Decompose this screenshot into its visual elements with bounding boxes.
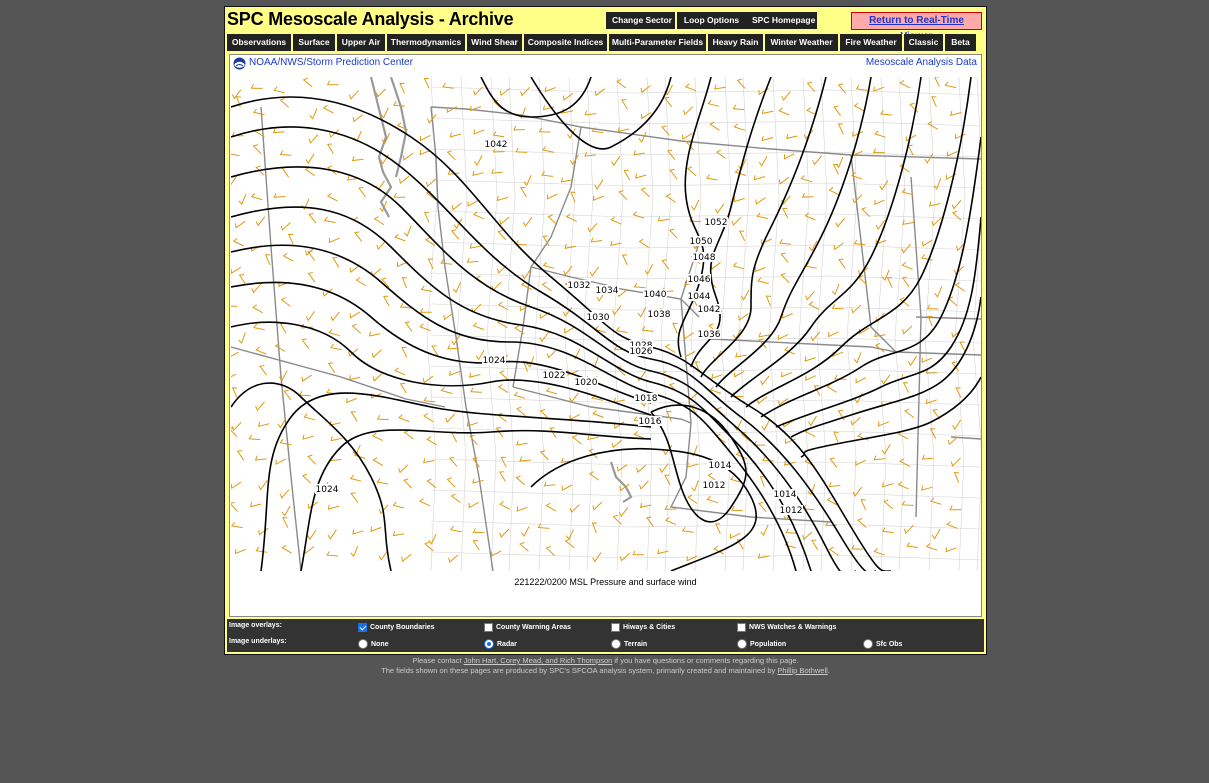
noaa-logo-icon xyxy=(233,57,246,70)
radio-icon[interactable] xyxy=(484,639,494,649)
loop-options-button[interactable]: Loop Options xyxy=(677,12,746,29)
menu-upper-air[interactable]: Upper Air xyxy=(337,34,387,51)
maintainer-link[interactable]: Phillip Bothwell xyxy=(777,666,827,675)
isobar-label: 1030 xyxy=(587,313,610,323)
menu-classic[interactable]: Classic xyxy=(904,34,945,51)
page-title: SPC Mesoscale Analysis - Archive xyxy=(227,9,514,29)
underlay-sfc-obs[interactable]: Sfc Obs xyxy=(863,639,902,649)
return-realtime-button[interactable]: Return to Real-Time Viewer xyxy=(851,12,982,42)
isobar-label: 1040 xyxy=(644,290,667,300)
isobar-label: 1012 xyxy=(703,481,726,491)
checkbox-icon[interactable] xyxy=(737,623,746,632)
menu-fire-weather[interactable]: Fire Weather xyxy=(840,34,904,51)
overlays-label: Image overlays: xyxy=(229,622,282,629)
isobar-label: 1034 xyxy=(596,286,619,296)
isobar-label: 1050 xyxy=(690,237,713,247)
isobar-label: 1052 xyxy=(705,218,728,228)
change-sector-button[interactable]: Change Sector xyxy=(606,12,675,29)
menu-thermodynamics[interactable]: Thermodynamics xyxy=(387,34,467,51)
pressure-map: 1042 1052 1050 1048 1046 1044 1042 1040 1038 1036… xyxy=(231,77,981,571)
main-frame: SPC Mesoscale Analysis - Archive Change … xyxy=(224,6,987,655)
spc-homepage-button[interactable]: SPC Homepage xyxy=(746,12,817,29)
isobar-label: 1020 xyxy=(575,378,598,388)
menu-surface[interactable]: Surface xyxy=(293,34,337,51)
mesoscale-data-link[interactable]: Mesoscale Analysis Data xyxy=(866,57,977,68)
checkbox-icon[interactable] xyxy=(358,623,367,632)
isobar-label: 1042 xyxy=(485,140,508,150)
isobar-label: 1018 xyxy=(635,394,658,404)
isobar-label: 1038 xyxy=(648,310,671,320)
menu-beta[interactable]: Beta xyxy=(945,34,976,51)
underlay-none[interactable]: None xyxy=(358,639,389,649)
footer-text: The fields shown on these pages are prod… xyxy=(381,666,776,675)
checkbox-icon[interactable] xyxy=(611,623,620,632)
menu-wind-shear[interactable]: Wind Shear xyxy=(467,34,524,51)
underlay-radar[interactable]: Radar xyxy=(484,639,517,649)
isobar-label: 1024 xyxy=(483,356,506,366)
footer-text: if you have questions or comments regard… xyxy=(614,656,799,665)
isobar-label: 1036 xyxy=(698,330,721,340)
overlay-county-boundaries[interactable]: County Boundaries xyxy=(358,623,435,632)
isobar-label: 1044 xyxy=(688,292,711,302)
overlay-nws-watches[interactable]: NWS Watches & Warnings xyxy=(737,623,836,632)
isobar-label: 1016 xyxy=(639,417,662,427)
radio-icon[interactable] xyxy=(737,639,747,649)
source-label: NOAA/NWS/Storm Prediction Center xyxy=(249,57,413,68)
underlay-population[interactable]: Population xyxy=(737,639,786,649)
menu-heavy-rain[interactable]: Heavy Rain xyxy=(708,34,765,51)
isobar-label: 1022 xyxy=(543,371,566,381)
footer: Please contact John Hart, Corey Mead, an… xyxy=(224,656,987,676)
radio-icon[interactable] xyxy=(611,639,621,649)
checkbox-icon[interactable] xyxy=(484,623,493,632)
isobar-label: 1012 xyxy=(780,506,803,516)
overlay-county-warning-areas[interactable]: County Warning Areas xyxy=(484,623,571,632)
isobar-label: 1042 xyxy=(698,305,721,315)
isobar-label: 1048 xyxy=(693,253,716,263)
radio-icon[interactable] xyxy=(358,639,368,649)
map-caption: 221222/0200 MSL Pressure and surface win… xyxy=(514,577,697,587)
footer-text: Please contact xyxy=(412,656,462,665)
isobar-label: 1014 xyxy=(774,490,797,500)
product-menu: Observations Surface Upper Air Thermodyn… xyxy=(227,34,976,51)
underlay-terrain[interactable]: Terrain xyxy=(611,639,647,649)
footer-text: . xyxy=(827,666,830,675)
underlays-label: Image underlays: xyxy=(229,638,287,645)
isobar-label: 1026 xyxy=(630,347,653,357)
menu-composite-indices[interactable]: Composite Indices xyxy=(524,34,609,51)
menu-observations[interactable]: Observations xyxy=(227,34,293,51)
menu-winter-weather[interactable]: Winter Weather xyxy=(765,34,840,51)
isobar-label: 1032 xyxy=(568,281,591,291)
isobar-label: 1014 xyxy=(709,461,732,471)
analysis-panel: NOAA/NWS/Storm Prediction Center Mesosca… xyxy=(229,54,982,617)
isobar-label: 1024 xyxy=(316,485,339,495)
contact-link[interactable]: John Hart, Corey Mead, and Rich Thompson xyxy=(464,656,613,665)
isobar-label: 1046 xyxy=(688,275,711,285)
image-options: Image overlays: Image underlays: County … xyxy=(227,619,984,652)
menu-multi-parameter-fields[interactable]: Multi-Parameter Fields xyxy=(609,34,708,51)
overlay-hiways-cities[interactable]: Hiways & Cities xyxy=(611,623,675,632)
radio-icon[interactable] xyxy=(863,639,873,649)
